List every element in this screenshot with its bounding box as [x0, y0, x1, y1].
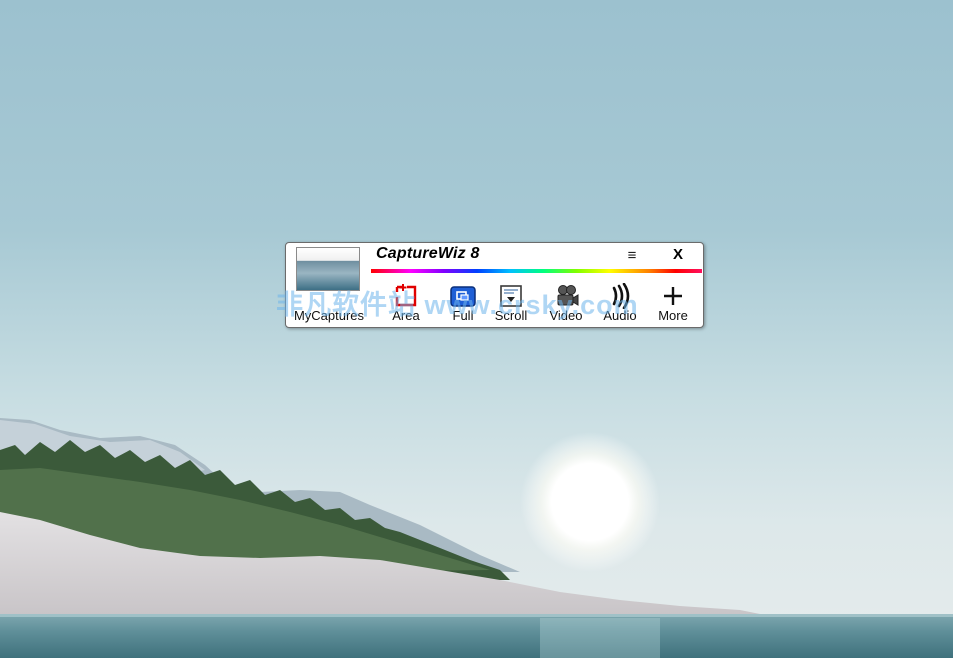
- sea: [0, 614, 953, 658]
- capturewiz-toolbar-window: CaptureWiz 8 ≡ X MyCaptures Area Full Sc…: [285, 242, 704, 328]
- more-label: More: [658, 308, 688, 323]
- area-label: Area: [392, 308, 420, 323]
- video-button[interactable]: Video: [544, 283, 588, 327]
- audio-label: Audio: [603, 308, 637, 323]
- full-screen-icon: [450, 286, 476, 307]
- scroll-button[interactable]: Scroll: [489, 283, 533, 327]
- plus-icon: [664, 287, 682, 305]
- desktop: CaptureWiz 8 ≡ X MyCaptures Area Full Sc…: [0, 0, 953, 658]
- video-camera-icon: [557, 285, 579, 306]
- full-button[interactable]: Full: [441, 283, 485, 327]
- full-label: Full: [452, 308, 474, 323]
- menu-button[interactable]: ≡: [622, 246, 642, 266]
- video-label: Video: [549, 308, 583, 323]
- mycaptures-button[interactable]: MyCaptures: [288, 283, 370, 327]
- scroll-capture-icon: [500, 285, 522, 307]
- wallpaper: [0, 418, 953, 658]
- app-title: CaptureWiz 8: [376, 245, 480, 262]
- audio-icon: [612, 283, 630, 309]
- mycaptures-label: MyCaptures: [293, 308, 365, 323]
- close-button[interactable]: X: [668, 245, 688, 265]
- area-button[interactable]: Area: [384, 283, 428, 327]
- rainbow-bar: [371, 269, 702, 273]
- sun: [520, 432, 660, 572]
- thumbnail-icon: [316, 283, 342, 309]
- more-button[interactable]: More: [651, 283, 695, 327]
- audio-button[interactable]: Audio: [598, 283, 642, 327]
- scroll-label: Scroll: [494, 308, 528, 323]
- area-capture-icon: [395, 284, 417, 307]
